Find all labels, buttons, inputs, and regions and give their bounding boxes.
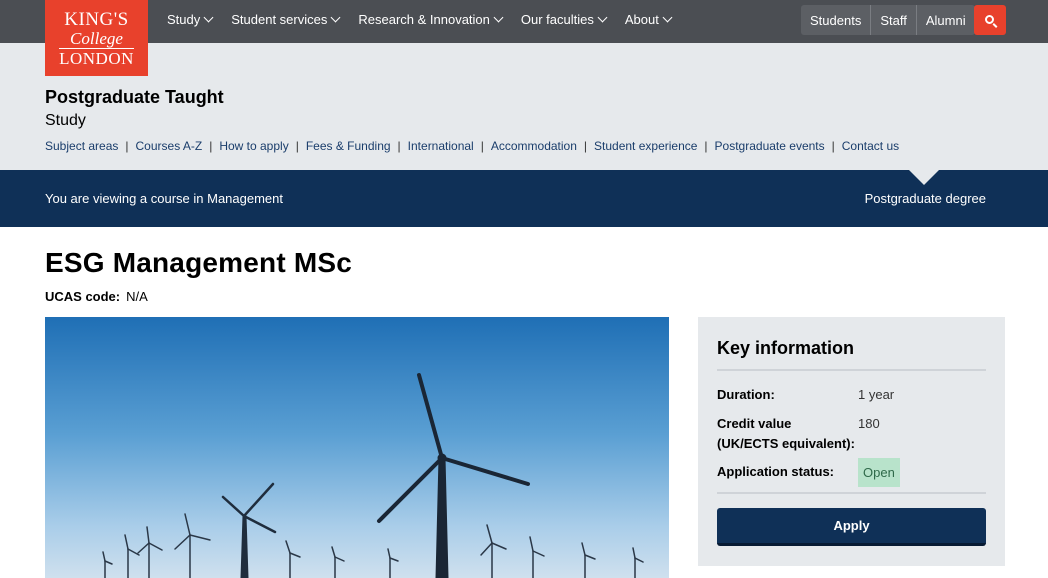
chevron-down-icon	[203, 12, 214, 23]
main-menu: Study Student services Research & Innova…	[167, 0, 690, 38]
chevron-down-icon	[597, 12, 608, 23]
status-badge: Open	[858, 458, 900, 487]
separator: |	[583, 139, 588, 153]
subnav-student-experience[interactable]: Student experience	[594, 139, 697, 153]
subnav-courses-a-z[interactable]: Courses A-Z	[136, 139, 203, 153]
degree-type: Postgraduate degree	[864, 191, 986, 206]
apply-button[interactable]: Apply	[717, 508, 986, 546]
students-link[interactable]: Students	[801, 5, 872, 35]
separator: |	[125, 139, 129, 153]
section-subtitle[interactable]: Study	[45, 112, 86, 130]
course-hero-image	[45, 317, 669, 578]
section-header: Postgraduate Taught Study Subject areas |…	[0, 43, 1048, 170]
course-title: ESG Management MSc	[45, 247, 353, 278]
nav-faculties-label: Our faculties	[520, 11, 594, 27]
credit-label-line-1: Credit value	[717, 416, 792, 431]
section-subnav: Subject areas | Courses A-Z | How to apply…	[45, 139, 899, 153]
ucas-code: UCAS code: N/A	[45, 289, 148, 304]
credit-value-label: Credit value (UK/ECTS equivalent):	[717, 414, 857, 454]
separator: |	[831, 139, 835, 153]
key-information-title: Key information	[717, 338, 855, 358]
divider	[717, 492, 986, 494]
ucas-value: N/A	[126, 289, 148, 304]
separator: |	[295, 139, 299, 153]
audience-links: Students Staff Alumni	[801, 5, 975, 35]
nav-research-label: Research & Innovation	[358, 11, 490, 27]
kings-college-london-logo[interactable]: KING'S College LONDON	[45, 0, 148, 76]
nav-study-label: Study	[167, 11, 201, 27]
logo-line-2: College	[70, 28, 123, 48]
course-context-bar: You are viewing a course in Management P…	[0, 169, 1048, 227]
nav-about[interactable]: About	[624, 11, 673, 27]
nav-research-innovation[interactable]: Research & Innovation	[358, 11, 504, 27]
context-text: You are viewing a course in Management	[45, 191, 283, 206]
nav-student-services[interactable]: Student services	[231, 11, 341, 27]
chevron-down-icon	[330, 12, 341, 23]
subnav-accommodation[interactable]: Accommodation	[491, 139, 577, 153]
nav-student-services-label: Student services	[231, 11, 328, 27]
wind-turbines-image	[45, 317, 669, 578]
nav-about-label: About	[624, 11, 659, 27]
key-information-panel: Key information Duration: 1 year Credit …	[698, 317, 1005, 566]
divider	[717, 369, 986, 371]
duration-value: 1 year	[858, 387, 895, 402]
separator: |	[209, 139, 213, 153]
separator: |	[397, 139, 401, 153]
nav-our-faculties[interactable]: Our faculties	[520, 11, 608, 27]
subnav-postgraduate-events[interactable]: Postgraduate events	[715, 139, 825, 153]
separator: |	[704, 139, 708, 153]
subnav-international[interactable]: International	[408, 139, 474, 153]
application-status-label: Application status:	[717, 464, 835, 479]
logo-line-1: KING'S	[64, 8, 129, 30]
staff-link[interactable]: Staff	[871, 5, 917, 35]
search-icon	[984, 14, 994, 24]
top-navigation: Study Student services Research & Innova…	[0, 0, 1048, 43]
chevron-down-icon	[662, 12, 673, 23]
credit-value: 180	[858, 416, 880, 431]
status-badge-wrap: Open	[858, 458, 900, 487]
active-indicator-notch	[908, 169, 940, 185]
duration-label: Duration:	[717, 387, 775, 402]
alumni-link[interactable]: Alumni	[917, 5, 975, 35]
subnav-contact-us[interactable]: Contact us	[842, 139, 899, 153]
credit-label-line-2: (UK/ECTS equivalent):	[717, 436, 855, 451]
subnav-fees-funding[interactable]: Fees & Funding	[306, 139, 391, 153]
nav-study[interactable]: Study	[167, 11, 214, 27]
chevron-down-icon	[493, 12, 504, 23]
separator: |	[480, 139, 484, 153]
search-button[interactable]	[974, 5, 1006, 35]
ucas-label: UCAS code:	[45, 289, 121, 304]
subnav-subject-areas[interactable]: Subject areas	[45, 139, 118, 153]
logo-line-3: LONDON	[59, 47, 134, 68]
section-title[interactable]: Postgraduate Taught	[45, 87, 224, 108]
subnav-how-to-apply[interactable]: How to apply	[219, 139, 288, 153]
